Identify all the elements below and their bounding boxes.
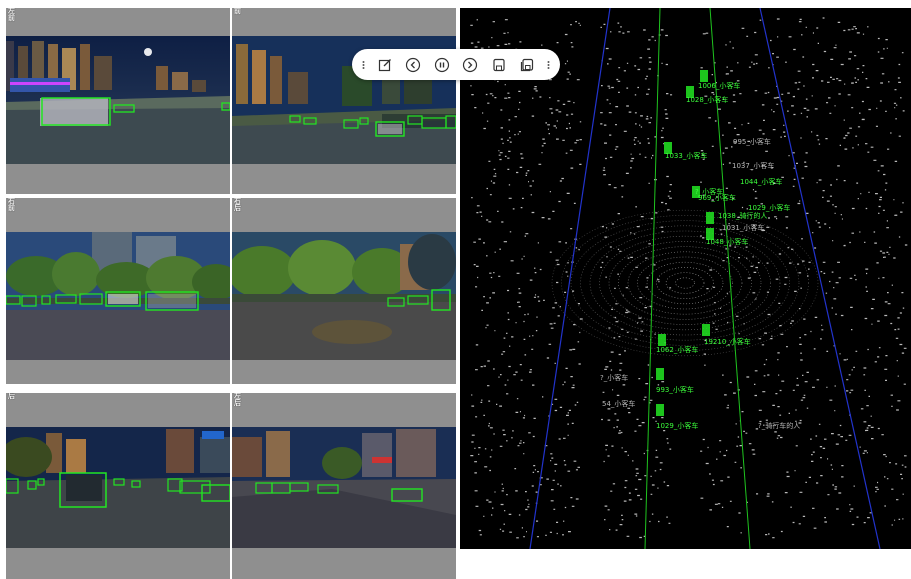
camera-view-rear[interactable]: 后 [6, 393, 230, 579]
chevron-right-icon [463, 57, 478, 72]
object-label[interactable]: 1048_小客车 [706, 238, 748, 246]
save-button[interactable] [489, 55, 509, 75]
object-label[interactable]: 1038_骑行的人 [718, 212, 767, 220]
camera-view-right-front[interactable]: 右前 [6, 198, 230, 384]
camera-view-right-rear[interactable]: 右后 [232, 198, 456, 384]
object-label[interactable]: 1029_小客车 [748, 204, 790, 212]
playback-toolbar [352, 49, 560, 80]
object-label[interactable]: 995_小客车 [733, 138, 771, 146]
object-label[interactable]: 1044_小客车 [740, 178, 782, 186]
point-cloud-canvas [470, 8, 908, 549]
edit-button[interactable] [375, 55, 395, 75]
camera-image [232, 427, 456, 548]
camera-label: 后 [8, 393, 15, 400]
object-label[interactable]: 1037_小客车 [732, 162, 774, 170]
object-label[interactable]: 993_小客车 [656, 386, 694, 394]
object-label[interactable]: 969_小客车 [698, 194, 736, 202]
object-label[interactable]: 1006_小客车 [698, 82, 740, 90]
camera-view-left-rear[interactable]: 左后 [232, 393, 456, 579]
pause-button[interactable] [432, 55, 452, 75]
object-label[interactable]: ?_小客车 [600, 374, 628, 382]
camera-image [6, 232, 230, 360]
object-label[interactable]: ?_骑行车的人 [758, 422, 800, 430]
camera-label: 左后 [234, 393, 241, 407]
more-options-icon[interactable] [546, 55, 552, 75]
object-label[interactable]: 1029_小客车 [656, 422, 698, 430]
save-all-button[interactable] [517, 55, 537, 75]
camera-label: 前 [234, 8, 241, 15]
object-label[interactable]: 54_小客车 [602, 400, 635, 408]
object-label[interactable]: 1033_小客车 [665, 152, 707, 160]
camera-label: 右前 [8, 198, 15, 212]
camera-view-front-left[interactable]: 左前 [6, 8, 230, 194]
prev-button[interactable] [403, 55, 423, 75]
drag-handle-icon[interactable] [360, 55, 366, 75]
camera-label: 右后 [234, 198, 241, 212]
save-icon [493, 58, 505, 71]
camera-view-front[interactable]: 前 [232, 8, 456, 194]
object-label[interactable]: 1031_小客车 [722, 224, 764, 232]
edit-icon [378, 58, 391, 71]
camera-image [6, 427, 230, 548]
lidar-point-cloud-view[interactable]: 1006_小客车 1028_小客车 1033_小客车 995_小客车 ?_小客车 1037… [460, 8, 911, 549]
object-label[interactable]: 19210_小客车 [704, 338, 751, 346]
camera-grid: 左前 前 右前 右后 后 左后 [6, 8, 457, 579]
camera-label: 左前 [8, 8, 15, 22]
save-stack-icon [521, 58, 534, 71]
next-button[interactable] [460, 55, 480, 75]
object-label[interactable]: 1028_小客车 [686, 96, 728, 104]
camera-image [232, 232, 456, 360]
object-label[interactable]: 1062_小客车 [656, 346, 698, 354]
camera-image [6, 36, 230, 164]
pause-icon [434, 57, 449, 72]
chevron-left-icon [406, 57, 421, 72]
